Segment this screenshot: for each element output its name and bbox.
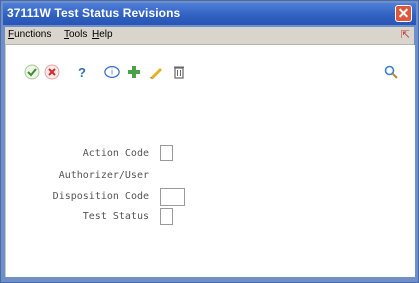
add-icon[interactable] xyxy=(126,64,142,80)
search-icon[interactable] xyxy=(383,64,399,80)
menu-tools[interactable]: Tools xyxy=(64,29,87,40)
svg-text:i: i xyxy=(111,68,113,77)
cancel-icon[interactable] xyxy=(44,64,60,80)
test-status-label: Test Status xyxy=(82,211,149,222)
info-icon[interactable]: i xyxy=(104,64,120,80)
edit-icon[interactable] xyxy=(148,64,164,80)
action-code-field[interactable] xyxy=(160,145,173,161)
main-content: ? i Action Code Authorizer/User Disposit… xyxy=(5,45,415,277)
menu-bar: Functions Tools Help ⇱ xyxy=(5,27,414,45)
disposition-code-label: Disposition Code xyxy=(52,191,149,202)
pin-icon[interactable]: ⇱ xyxy=(401,28,410,41)
disposition-code-field[interactable] xyxy=(160,188,185,206)
test-status-field[interactable] xyxy=(160,208,173,225)
action-code-label: Action Code xyxy=(82,148,149,159)
app-window: 37111W Test Status Revisions Functions T… xyxy=(0,0,419,283)
help-icon[interactable]: ? xyxy=(74,64,90,80)
menu-help[interactable]: Help xyxy=(92,29,113,40)
title-bar: 37111W Test Status Revisions xyxy=(3,3,416,25)
menu-functions[interactable]: Functions xyxy=(8,29,51,40)
check-icon[interactable] xyxy=(24,64,40,80)
delete-icon[interactable] xyxy=(171,64,187,80)
authorizer-user-label: Authorizer/User xyxy=(58,170,149,181)
close-icon[interactable] xyxy=(395,5,412,22)
window-title: 37111W Test Status Revisions xyxy=(7,6,181,20)
